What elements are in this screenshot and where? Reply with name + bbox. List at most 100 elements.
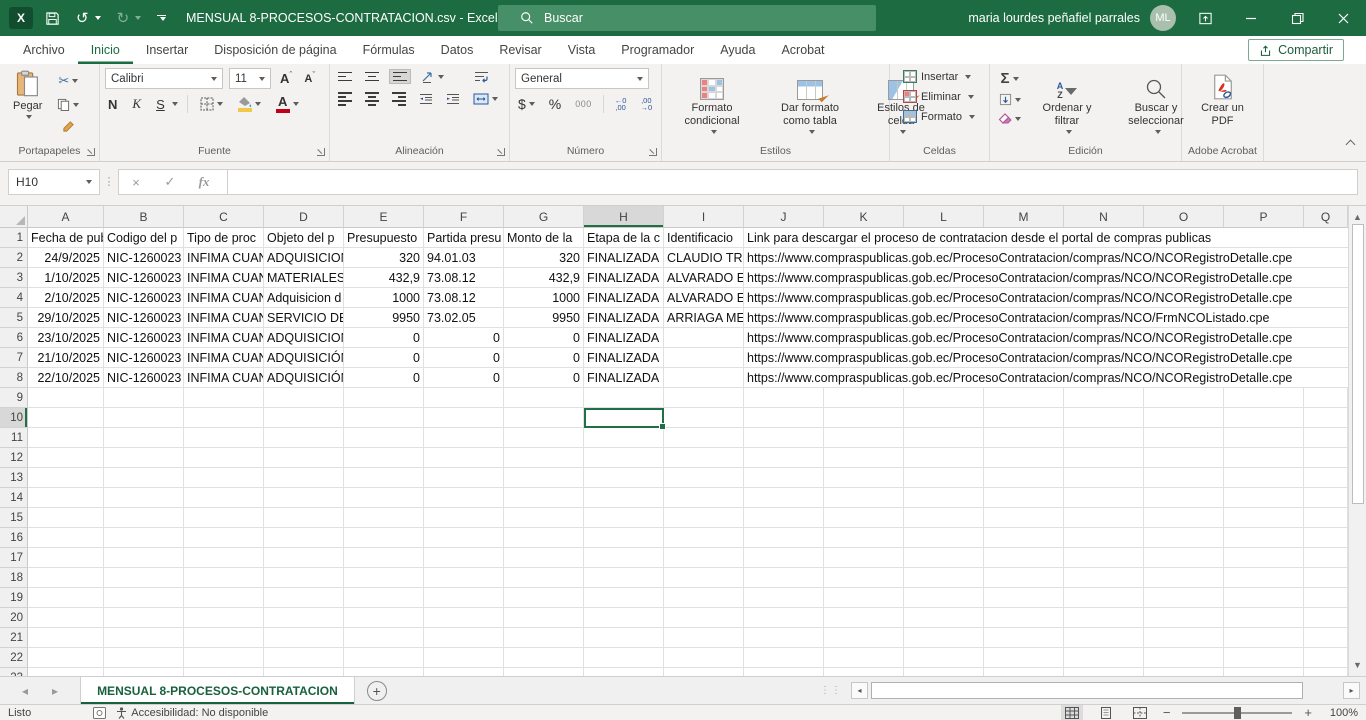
zoom-out-button[interactable]: −: [1163, 705, 1171, 720]
cell[interactable]: 73.08.12: [424, 268, 504, 288]
cell[interactable]: [1064, 428, 1144, 448]
cell[interactable]: [104, 388, 184, 408]
cell[interactable]: [1224, 608, 1304, 628]
cell[interactable]: [664, 628, 744, 648]
cell[interactable]: [264, 628, 344, 648]
borders-button[interactable]: [197, 95, 226, 113]
cell[interactable]: [1144, 388, 1224, 408]
cell[interactable]: [904, 588, 984, 608]
paste-button[interactable]: Pegar: [5, 68, 50, 144]
splitter-dots-icon[interactable]: ⋮⋮: [820, 685, 842, 696]
cell[interactable]: FINALIZADA: [584, 348, 664, 368]
cell[interactable]: [584, 588, 664, 608]
cell[interactable]: [744, 468, 824, 488]
cell[interactable]: [584, 568, 664, 588]
row-header-1[interactable]: 1: [0, 228, 28, 248]
cell[interactable]: Presupuesto: [344, 228, 424, 248]
cell[interactable]: [424, 528, 504, 548]
cell[interactable]: [1064, 648, 1144, 668]
scroll-up-icon[interactable]: ▲: [1353, 212, 1362, 222]
cell[interactable]: [584, 468, 664, 488]
cell[interactable]: [28, 588, 104, 608]
cell[interactable]: INFIMA CUAN: [184, 328, 264, 348]
cell[interactable]: [584, 548, 664, 568]
cell[interactable]: [1144, 468, 1224, 488]
cell[interactable]: [664, 528, 744, 548]
cell[interactable]: [584, 408, 664, 428]
cell[interactable]: [1064, 608, 1144, 628]
cell[interactable]: [184, 588, 264, 608]
cell[interactable]: [264, 548, 344, 568]
cell[interactable]: 73.02.05: [424, 308, 504, 328]
row-header-17[interactable]: 17: [0, 548, 28, 568]
cell[interactable]: [184, 388, 264, 408]
increase-decimal-button[interactable]: ←0,00: [612, 95, 630, 113]
cell[interactable]: [424, 648, 504, 668]
cell[interactable]: https://www.compraspublicas.gob.ec/Proce…: [744, 288, 1348, 308]
cell[interactable]: [744, 508, 824, 528]
font-color-button[interactable]: A: [273, 94, 302, 115]
cell[interactable]: ADQUISICIÓN: [264, 348, 344, 368]
cell[interactable]: [1224, 508, 1304, 528]
cell[interactable]: https://www.compraspublicas.gob.ec/Proce…: [744, 328, 1348, 348]
bold-button[interactable]: N: [105, 95, 120, 114]
cell[interactable]: [904, 628, 984, 648]
tab-disposición-de-página[interactable]: Disposición de página: [201, 37, 349, 64]
cell[interactable]: [904, 528, 984, 548]
cell[interactable]: [424, 608, 504, 628]
cell[interactable]: [344, 468, 424, 488]
cell[interactable]: [1064, 548, 1144, 568]
cell[interactable]: [104, 568, 184, 588]
cell[interactable]: [1224, 488, 1304, 508]
column-header-I[interactable]: I: [664, 206, 744, 228]
cell[interactable]: [1304, 588, 1348, 608]
cell[interactable]: [664, 608, 744, 628]
cell[interactable]: [424, 508, 504, 528]
cell[interactable]: [584, 428, 664, 448]
column-header-K[interactable]: K: [824, 206, 904, 228]
cell[interactable]: [1224, 668, 1304, 676]
cell[interactable]: [264, 428, 344, 448]
cell[interactable]: FINALIZADA: [584, 368, 664, 388]
alignment-dialog-launcher-icon[interactable]: [497, 148, 505, 156]
search-box[interactable]: Buscar: [498, 5, 876, 31]
column-header-P[interactable]: P: [1224, 206, 1304, 228]
cell[interactable]: [424, 388, 504, 408]
cell[interactable]: [744, 648, 824, 668]
column-header-G[interactable]: G: [504, 206, 584, 228]
cell[interactable]: [104, 668, 184, 676]
cell[interactable]: 0: [504, 348, 584, 368]
cell[interactable]: [424, 488, 504, 508]
tab-inicio[interactable]: Inicio: [78, 37, 133, 64]
cell[interactable]: [744, 408, 824, 428]
cell[interactable]: [504, 488, 584, 508]
cell[interactable]: [984, 548, 1064, 568]
scroll-down-icon[interactable]: ▼: [1353, 660, 1362, 670]
cell[interactable]: [984, 488, 1064, 508]
cell[interactable]: [1224, 388, 1304, 408]
cell[interactable]: [904, 648, 984, 668]
cell[interactable]: [1224, 528, 1304, 548]
cell[interactable]: [1144, 428, 1224, 448]
cell[interactable]: [1064, 528, 1144, 548]
cell[interactable]: MATERIALES: [264, 268, 344, 288]
row-header-20[interactable]: 20: [0, 608, 28, 628]
minimize-button[interactable]: [1228, 0, 1274, 36]
increase-indent-button[interactable]: [443, 91, 463, 107]
cell[interactable]: [504, 648, 584, 668]
top-align-button[interactable]: [335, 70, 355, 84]
cell[interactable]: [104, 648, 184, 668]
cell[interactable]: [504, 508, 584, 528]
tab-ayuda[interactable]: Ayuda: [707, 37, 768, 64]
cell[interactable]: [344, 568, 424, 588]
cell[interactable]: 2/10/2025: [28, 288, 104, 308]
cell[interactable]: [664, 408, 744, 428]
cell[interactable]: [28, 508, 104, 528]
column-header-A[interactable]: A: [28, 206, 104, 228]
cell[interactable]: [28, 548, 104, 568]
cell[interactable]: [984, 668, 1064, 676]
sheet-tab[interactable]: MENSUAL 8-PROCESOS-CONTRATACION: [80, 677, 355, 704]
format-cells-button[interactable]: Formato: [900, 108, 984, 125]
cell[interactable]: [264, 448, 344, 468]
cell[interactable]: CLAUDIO TRU: [664, 248, 744, 268]
